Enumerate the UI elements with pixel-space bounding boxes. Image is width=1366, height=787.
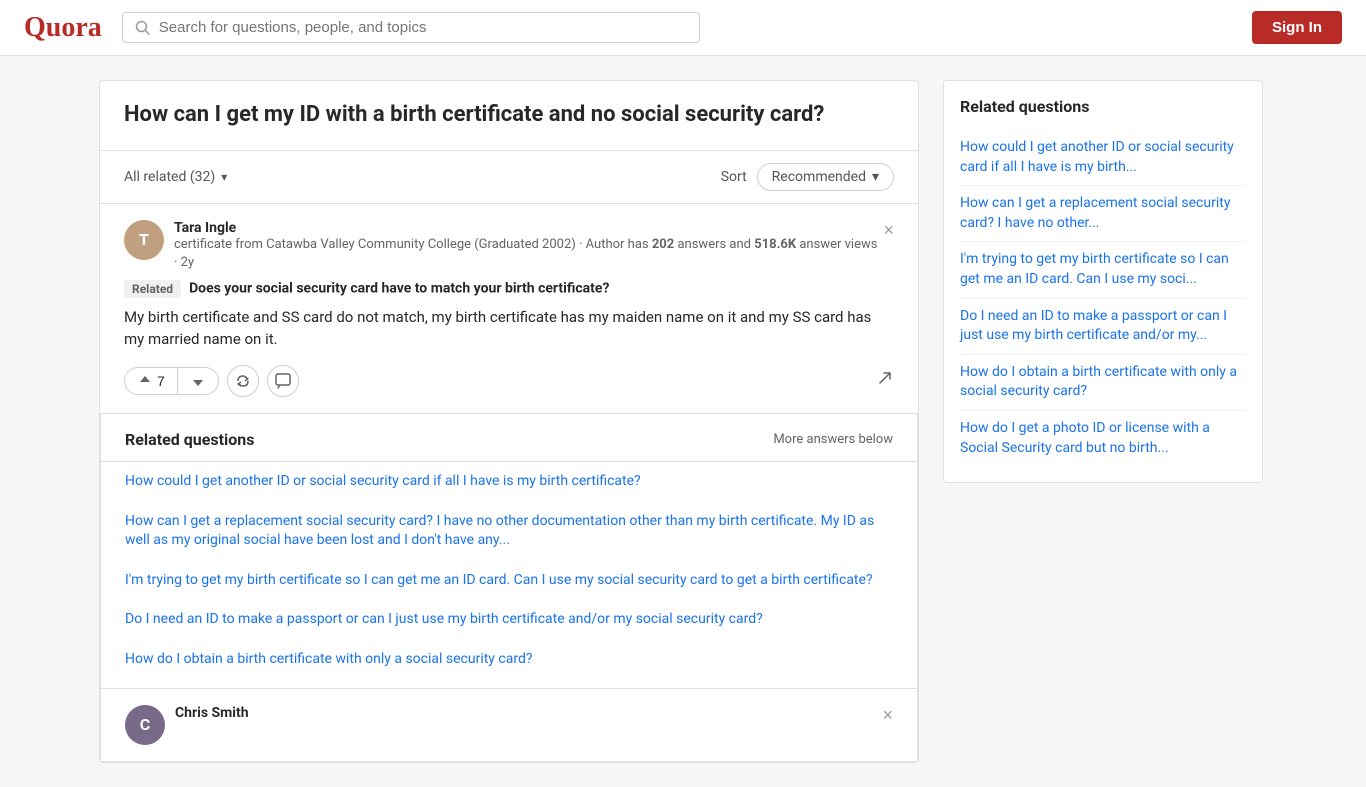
- related-question-text: RelatedDoes your social security card ha…: [124, 280, 894, 298]
- chevron-down-icon: ▾: [872, 169, 879, 185]
- header: Quora Sign In: [0, 0, 1366, 56]
- related-q-item[interactable]: How do I obtain a birth certificate with…: [125, 640, 893, 680]
- main-content: How can I get my ID with a birth certifi…: [99, 80, 919, 763]
- sidebar-q-item[interactable]: How do I obtain a birth certificate with…: [960, 354, 1246, 410]
- search-bar[interactable]: [122, 12, 700, 43]
- comment-icon: [275, 373, 291, 389]
- answer-header: T Tara Ingle certificate from Catawba Va…: [124, 220, 894, 272]
- author-info: T Tara Ingle certificate from Catawba Va…: [124, 220, 883, 272]
- logo[interactable]: Quora: [24, 12, 102, 44]
- related-q-item[interactable]: How can I get a replacement social secur…: [125, 502, 893, 561]
- action-bar: 7: [124, 365, 894, 397]
- filter-bar: All related (32) ▾ Sort Recommended ▾: [100, 151, 918, 204]
- chris-avatar: C: [125, 705, 165, 745]
- chris-name[interactable]: Chris Smith: [175, 705, 249, 721]
- share-button[interactable]: [876, 369, 894, 392]
- chris-details: Chris Smith: [175, 705, 249, 721]
- related-q-item[interactable]: I'm trying to get my birth certificate s…: [125, 561, 893, 601]
- related-q-list: How could I get another ID or social sec…: [101, 462, 917, 688]
- search-icon: [135, 20, 151, 36]
- upvote-icon: [137, 373, 153, 389]
- chris-header: C Chris Smith ×: [125, 705, 893, 745]
- sidebar-q-item[interactable]: How do I get a photo ID or license with …: [960, 410, 1246, 466]
- related-questions-title: Related questions: [125, 430, 254, 449]
- chris-close-button[interactable]: ×: [882, 705, 893, 726]
- recommended-label: Recommended: [772, 169, 866, 185]
- avatar: T: [124, 220, 164, 260]
- sort-label: Sort: [721, 169, 747, 185]
- close-button[interactable]: ×: [883, 220, 894, 241]
- chris-card: C Chris Smith ×: [100, 689, 918, 762]
- all-related-label: All related (32): [124, 169, 215, 185]
- answer-card: T Tara Ingle certificate from Catawba Va…: [100, 204, 918, 414]
- sidebar-q-item[interactable]: How can I get a replacement social secur…: [960, 185, 1246, 241]
- all-related-dropdown[interactable]: All related (32) ▾: [124, 169, 227, 185]
- sidebar-q-item[interactable]: How could I get another ID or social sec…: [960, 130, 1246, 185]
- related-q-item[interactable]: How could I get another ID or social sec…: [125, 462, 893, 502]
- author-bio: certificate from Catawba Valley Communit…: [174, 236, 883, 272]
- answer-body: My birth certificate and SS card do not …: [124, 306, 894, 351]
- sort-area: Sort Recommended ▾: [721, 163, 894, 191]
- sidebar-q-item[interactable]: Do I need an ID to make a passport or ca…: [960, 298, 1246, 354]
- related-questions-header: Related questions More answers below: [101, 414, 917, 462]
- vote-count: 7: [157, 373, 165, 389]
- author-name[interactable]: Tara Ingle: [174, 220, 883, 236]
- sort-dropdown[interactable]: Recommended ▾: [757, 163, 894, 191]
- vote-group: 7: [124, 367, 219, 395]
- sidebar-card: Related questions How could I get anothe…: [943, 80, 1263, 483]
- reshare-button[interactable]: [227, 365, 259, 397]
- sidebar-q-item[interactable]: I'm trying to get my birth certificate s…: [960, 241, 1246, 297]
- sign-in-button[interactable]: Sign In: [1252, 11, 1342, 44]
- question-card: How can I get my ID with a birth certifi…: [99, 80, 919, 763]
- sidebar: Related questions How could I get anothe…: [943, 80, 1263, 763]
- related-tag: Related: [124, 280, 181, 298]
- related-q-item[interactable]: Do I need an ID to make a passport or ca…: [125, 600, 893, 640]
- author-details: Tara Ingle certificate from Catawba Vall…: [174, 220, 883, 272]
- downvote-icon: [190, 373, 206, 389]
- chevron-down-icon: ▾: [221, 170, 227, 184]
- question-title: How can I get my ID with a birth certifi…: [100, 81, 918, 151]
- chris-author-info: C Chris Smith: [125, 705, 249, 745]
- share-icon: [876, 369, 894, 387]
- comment-button[interactable]: [267, 365, 299, 397]
- more-answers-link: More answers below: [773, 432, 893, 447]
- sidebar-title: Related questions: [960, 97, 1246, 116]
- search-input[interactable]: [159, 19, 687, 36]
- reshare-icon: [235, 373, 251, 389]
- page-container: How can I get my ID with a birth certifi…: [83, 56, 1283, 787]
- related-questions-section: Related questions More answers below How…: [100, 414, 918, 689]
- upvote-button[interactable]: 7: [125, 368, 178, 394]
- downvote-button[interactable]: [178, 368, 218, 394]
